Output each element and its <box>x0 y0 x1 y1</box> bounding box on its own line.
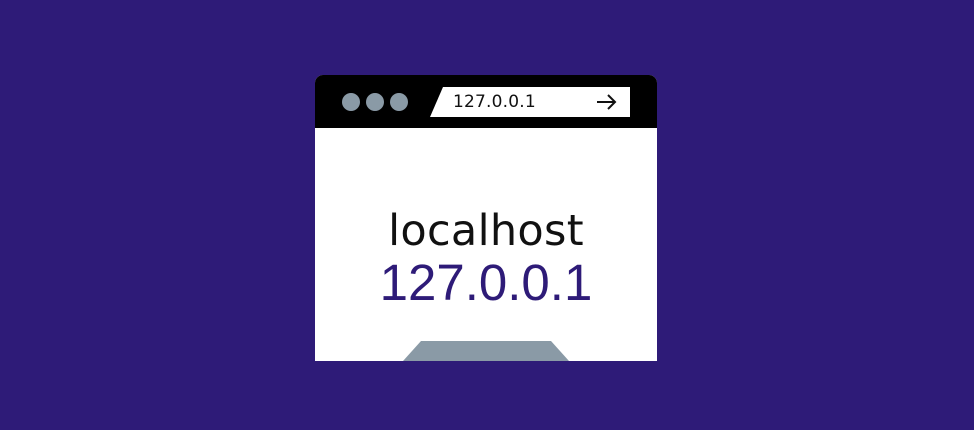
window-control-dot[interactable] <box>390 93 408 111</box>
address-url-text: 127.0.0.1 <box>453 92 536 112</box>
ip-address-text: 127.0.0.1 <box>379 254 593 311</box>
window-control-dot[interactable] <box>366 93 384 111</box>
footer-trapezoid-shape <box>403 341 569 361</box>
window-control-dot[interactable] <box>342 93 360 111</box>
page-content: localhost 127.0.0.1 <box>315 128 657 361</box>
browser-window: 127.0.0.1 localhost 127.0.0.1 <box>315 75 657 361</box>
arrow-right-icon[interactable] <box>596 93 618 111</box>
title-bar: 127.0.0.1 <box>315 75 657 128</box>
address-bar[interactable]: 127.0.0.1 <box>430 87 630 117</box>
hostname-text: localhost <box>388 206 584 256</box>
